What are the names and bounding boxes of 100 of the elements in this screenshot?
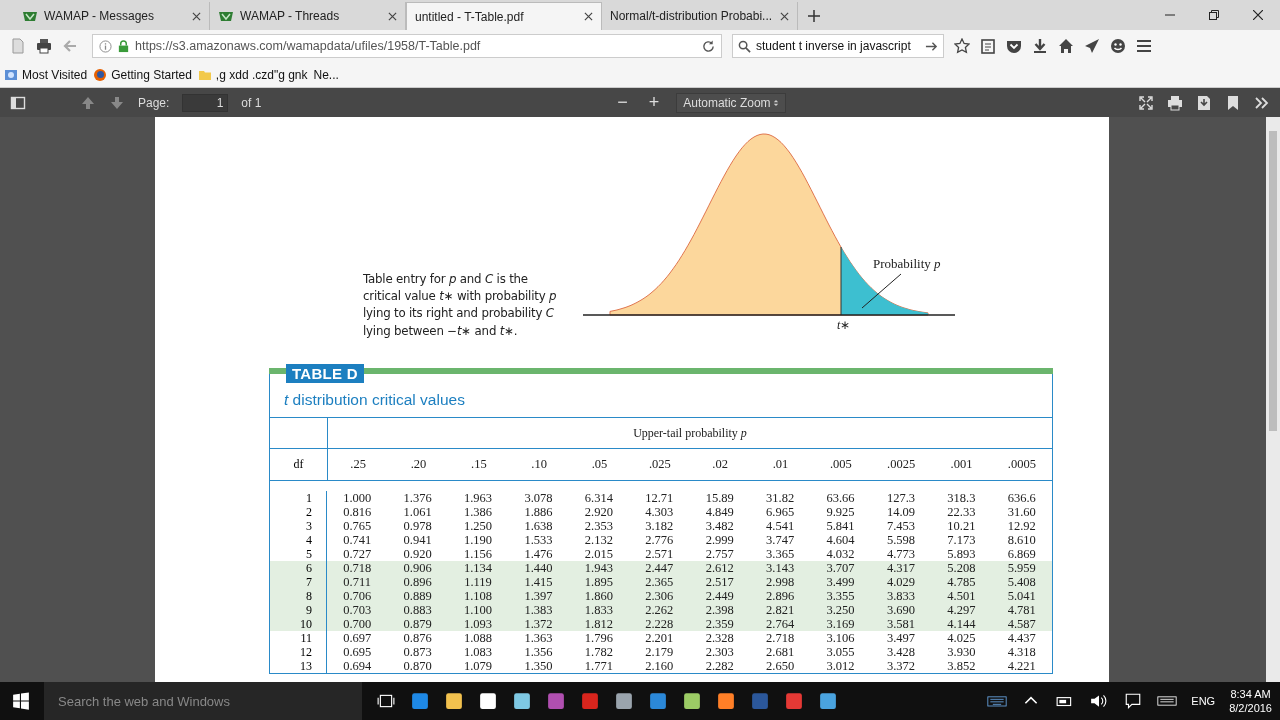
print-icon[interactable] [36,38,52,54]
zoom-in-button[interactable]: + [644,92,664,113]
fullscreen-icon[interactable] [1138,94,1154,111]
table-cell: 1.833 [584,603,613,617]
sidebar-toggle-icon[interactable] [10,94,26,111]
lock-icon [117,39,130,53]
table-cell: 1.108 [463,589,493,603]
table-cell: 12 [300,644,312,660]
search-icon [738,39,751,53]
table-cell: 15.89 [705,491,734,505]
bookmark-icon[interactable] [1225,94,1241,111]
star-icon[interactable] [954,38,970,54]
browser-tab[interactable]: untitled - T-Table.pdf [406,2,602,30]
table-cell: 3.365 [766,547,795,561]
bookmark[interactable]: ,g xdd .czd"g gnk [215,67,308,82]
paper-plane-icon[interactable] [1084,38,1100,54]
app-icon[interactable] [444,692,464,710]
pocket-icon[interactable] [1006,38,1022,54]
table-cell: 31.60 [1007,505,1036,519]
reload-icon[interactable] [702,39,715,53]
tab-title: Normal/t-distribution Probabi... [610,9,774,23]
zoom-out-button[interactable]: − [613,92,632,113]
clock-date[interactable]: 8/2/2016 [1229,701,1272,715]
language-indicator[interactable]: ENG [1191,695,1216,707]
table-cell: 1.061 [403,505,432,519]
app-icon[interactable] [614,692,634,710]
close-icon[interactable] [192,11,201,21]
table-cell: 1.771 [584,659,613,673]
restore-icon[interactable] [1209,10,1219,20]
smiley-icon[interactable] [1110,38,1126,54]
wamap-icon [218,10,234,22]
table-cell: 1.943 [584,561,613,575]
table-cell: 4.303 [645,505,674,519]
table-cell: 3.581 [886,617,915,631]
clipboard-icon[interactable] [980,38,996,54]
address-field[interactable]: https://s3.amazonaws.com/wamapdata/ufiles/1958/T-Table.pdf [92,34,722,58]
table-cell: 2.517 [705,575,734,589]
home-icon[interactable] [1058,38,1074,54]
table-cell: 0.883 [403,603,432,617]
zoom-select[interactable]: Automatic Zoom [676,92,787,113]
bookmark[interactable]: Most Visited [22,67,88,82]
table-cell: 5.598 [886,533,915,547]
table-cell: 3.355 [826,589,855,603]
table-cell: 6.869 [1007,547,1036,561]
table-cell: 2.681 [766,645,795,659]
table-cell: 4.604 [826,533,855,547]
chevron-icon[interactable] [1254,94,1270,111]
table-cell: 2.353 [584,519,613,533]
windows-logo-icon[interactable] [12,692,30,710]
close-icon[interactable] [584,12,593,21]
close-icon[interactable] [1253,10,1263,20]
table-cell: 1.156 [463,547,493,561]
page-number-field[interactable]: 1 [182,93,229,112]
task-view-icon[interactable] [376,692,396,710]
page-count: of 1 [241,95,262,110]
download-icon[interactable] [1032,38,1048,54]
app-icon[interactable] [478,692,498,710]
print-icon[interactable] [1167,94,1183,111]
column-header: .005 [829,457,852,472]
figure-caption: Table entry for p and C is the critical value t∗ with probability p lying to its right and probability C lying between −t∗ and t∗. [363,270,558,340]
down-arrow-icon[interactable] [109,94,125,111]
table-cell: 0.978 [403,519,432,533]
menu-icon[interactable] [1136,38,1152,54]
app-icon[interactable] [512,692,532,710]
table-cell: 7 [306,574,312,590]
save-icon[interactable] [1196,94,1212,111]
table-cell: 2.160 [645,659,674,673]
table-cell: 1 [306,490,312,506]
table-cell: 2.896 [766,589,795,603]
table-cell: 3.497 [886,631,915,645]
table-cell: 1.476 [524,547,553,561]
table-cell: 0.879 [403,617,432,631]
close-icon[interactable] [780,11,789,21]
search-field[interactable]: student t inverse in javascript [732,34,944,58]
table-cell: 0.727 [343,547,372,561]
column-header: .02 [712,457,728,472]
app-icon[interactable] [682,692,702,710]
scrollbar[interactable] [1266,117,1280,682]
table-cell: 2.282 [705,659,734,673]
bookmark[interactable]: Getting Started [111,67,192,82]
column-header: df [293,457,304,472]
new-tab-icon[interactable] [808,10,820,22]
close-icon[interactable] [388,11,397,21]
table-cell: 2.650 [766,659,795,673]
table-cell: 0.700 [343,617,372,631]
search-field[interactable]: Search the web and Windows [44,682,362,720]
table-cell: 2.398 [705,603,734,617]
table-cell: 3.482 [705,519,734,533]
app-icon[interactable] [818,692,838,710]
table-cell: 4.785 [947,575,976,589]
clock-time[interactable]: 8:34 AM [1230,687,1271,701]
bookmark[interactable]: Ne... [313,67,339,82]
table-cell: 3.707 [826,561,855,575]
table-cell: 3.852 [947,659,976,673]
table-cell: 4.144 [947,617,976,631]
table-cell: 5.408 [1007,575,1036,589]
app-icon[interactable] [716,692,736,710]
table-cell: 3.169 [826,617,855,631]
table-cell: 0.697 [343,631,372,645]
table-cell: 0.695 [343,645,372,659]
